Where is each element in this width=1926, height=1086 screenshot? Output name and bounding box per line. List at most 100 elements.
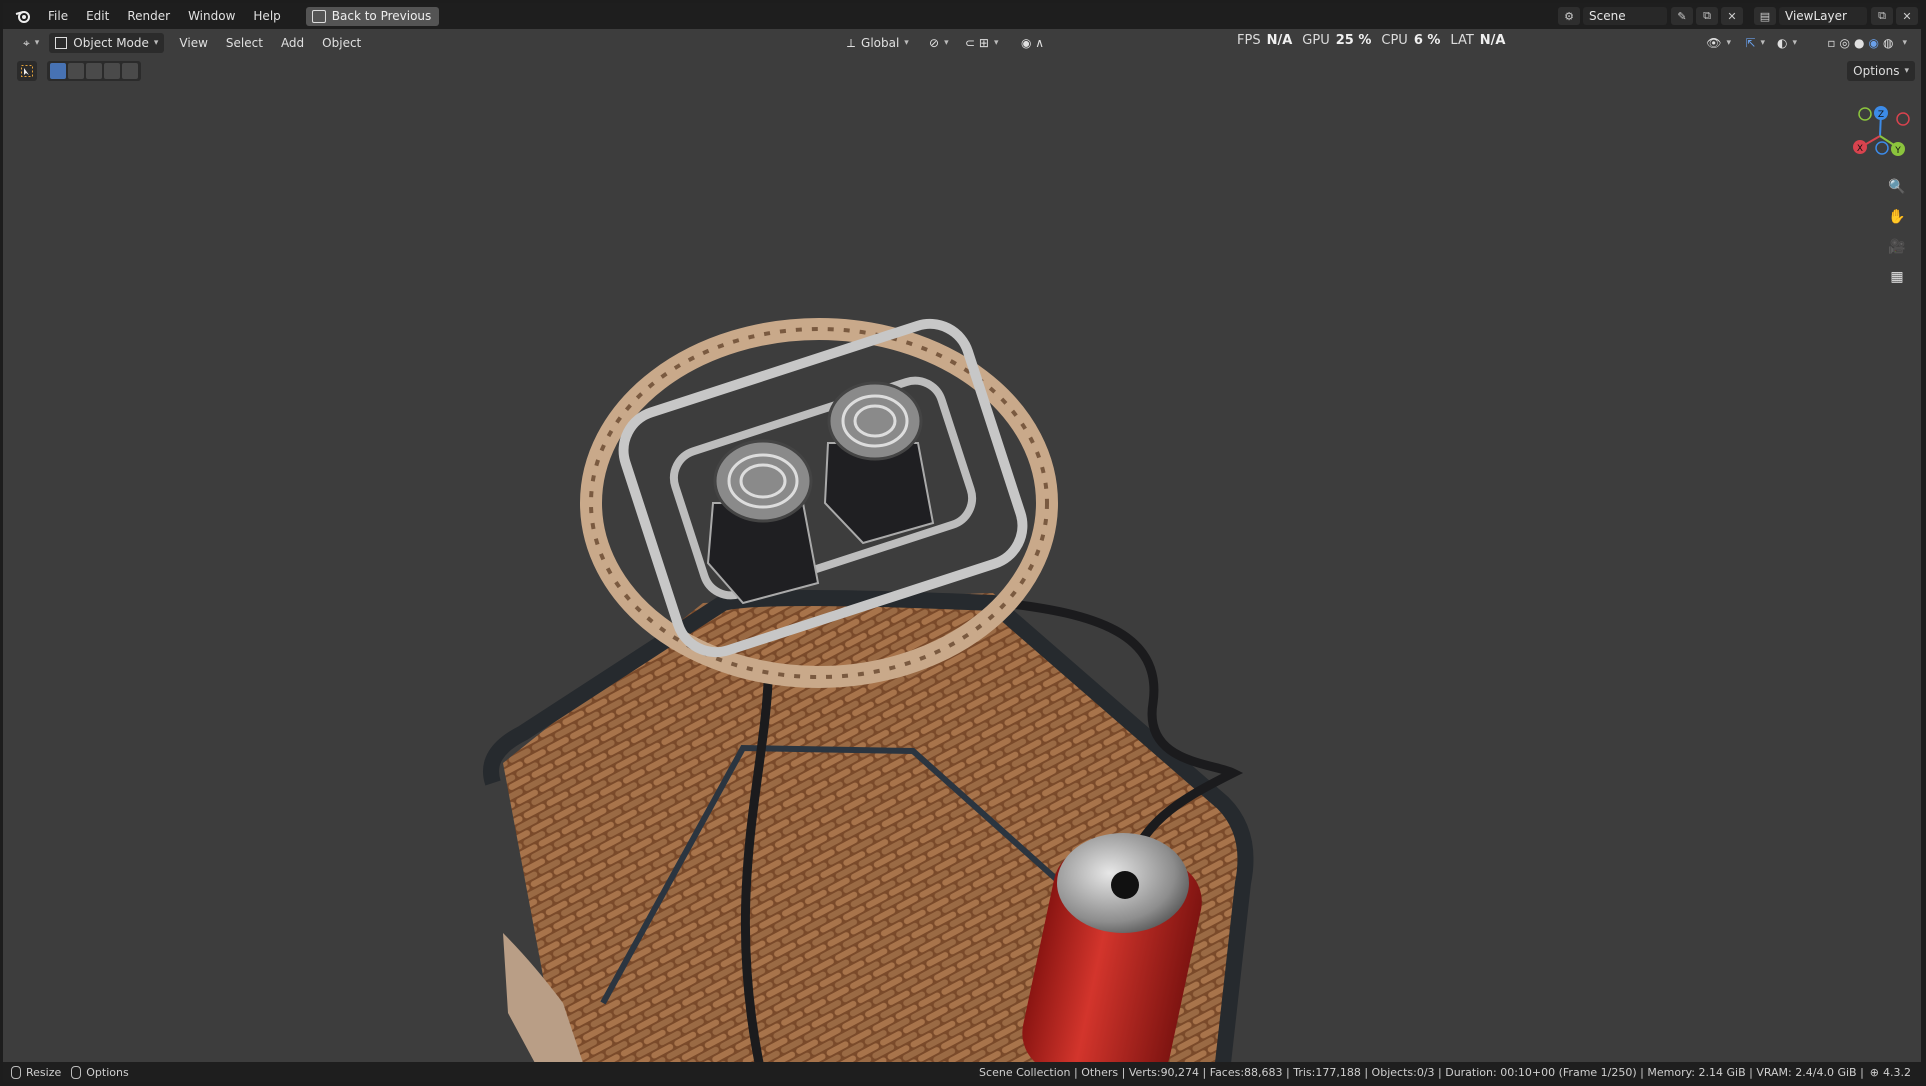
transform-orientation-dropdown[interactable]: ⟂ Global ▾ [841, 33, 915, 53]
gpu-label: GPU [1302, 32, 1330, 48]
visibility-icon: 👁 [1706, 36, 1722, 50]
delete-viewlayer-icon[interactable]: ✕ [1896, 7, 1918, 25]
editor-type-button[interactable]: ⌖ ▾ [17, 33, 45, 53]
select-tool-icon[interactable] [17, 61, 37, 81]
viewlayer-field[interactable]: ViewLayer [1779, 7, 1867, 25]
gizmo-z-label: Z [1878, 110, 1884, 120]
menu-file[interactable]: File [39, 3, 77, 29]
scene-selector-icon[interactable]: ⚙ [1558, 7, 1580, 25]
snap-button[interactable]: ⊂ ⊞ ▾ [959, 33, 1004, 53]
back-to-previous-label: Back to Previous [331, 9, 432, 23]
globe-icon: ⊕ [1869, 1065, 1879, 1079]
pin-icon[interactable]: ✎ [1671, 7, 1693, 25]
options-hint-label: Options [86, 1065, 129, 1079]
options-hint: Options [71, 1065, 129, 1079]
status-bar: Resize Options Scene Collection | Others… [3, 1062, 1921, 1082]
mouse-right-icon [71, 1065, 82, 1079]
object-mode-icon [55, 37, 68, 49]
status-info: Scene Collection | Others | Verts:90,274… [979, 1062, 1911, 1082]
menu-window[interactable]: Window [179, 3, 244, 29]
top-right-controls: ⚙ Scene ✎ ⧉ ✕ ▤ ViewLayer ⧉ ✕ [1558, 3, 1921, 29]
select-new-icon[interactable] [50, 63, 66, 79]
snap-icon: ⊂ ⊞ [965, 36, 989, 50]
mouse-left-icon [11, 1065, 21, 1079]
gizmo-y-label: Y [1894, 146, 1901, 156]
cpu-label: CPU [1381, 32, 1408, 48]
scene-field[interactable]: Scene [1583, 7, 1667, 25]
viewport-header: ⌖ ▾ Object Mode ▾ View Select Add Object ⟂… [3, 30, 1921, 56]
select-intersect-icon[interactable] [122, 63, 138, 79]
pan-hand-icon[interactable]: ✋ [1885, 205, 1909, 229]
new-viewlayer-icon[interactable]: ⧉ [1871, 7, 1893, 25]
lat-value: N/A [1479, 32, 1506, 48]
scene-field-value: Scene [1589, 9, 1626, 23]
tool-settings-row [17, 61, 141, 81]
top-menu-bar: File Edit Render Window Help Back to Pre… [3, 3, 1921, 29]
select-subtract-icon[interactable] [86, 63, 102, 79]
back-to-previous-button[interactable]: Back to Previous [305, 6, 440, 26]
status-hints: Resize Options [3, 1065, 139, 1079]
orientation-icon: ⟂ [847, 35, 856, 50]
menu-edit[interactable]: Edit [77, 3, 118, 29]
zoom-icon[interactable]: 🔍 [1885, 175, 1909, 199]
gizmo-toggle-button[interactable]: ⇱ ▾ [1739, 33, 1771, 53]
select-extend-icon[interactable] [68, 63, 84, 79]
proportional-editing-button[interactable]: ◉ ∧ [1015, 33, 1050, 53]
wireframe-shading-icon[interactable]: ◎ [1840, 36, 1850, 50]
camera-view-icon[interactable]: 🎥 [1885, 235, 1909, 259]
viewport-menu-add[interactable]: Add [272, 30, 313, 56]
blender-logo-icon[interactable] [13, 6, 33, 26]
viewport-options-label: Options [1853, 64, 1900, 78]
gizmo-toggle-icon: ⇱ [1745, 36, 1756, 50]
stove-ring [580, 318, 1058, 688]
pivot-icon: ⊘ [929, 36, 940, 50]
gpu-value: 25 % [1335, 32, 1372, 48]
burner-left [706, 439, 820, 605]
resize-hint: Resize [11, 1065, 62, 1079]
fps-value: N/A [1266, 32, 1293, 48]
delete-scene-icon[interactable]: ✕ [1721, 7, 1743, 25]
overlays-icon: ◐ [1776, 36, 1788, 50]
back-icon [311, 9, 326, 23]
shading-buttons[interactable]: ▫ ◎ ● ◉ ◍ ▾ [1821, 33, 1913, 53]
rendered-shading-icon[interactable]: ◍ [1883, 36, 1893, 50]
blender-version: 4.3.2 [1883, 1065, 1911, 1079]
navigation-gizmo[interactable]: Z X Y [1845, 101, 1915, 171]
gizmo-neg-z-icon[interactable] [1875, 141, 1889, 155]
viewport-options-button[interactable]: Options ▾ [1847, 61, 1915, 81]
performance-stats: FPS N/A GPU 25 % CPU 6 % LAT N/A [1237, 30, 1516, 50]
burner-right [823, 381, 935, 545]
cpu-value: 6 % [1413, 32, 1441, 48]
visibility-button[interactable]: 👁 ▾ [1700, 33, 1737, 53]
gizmo-neg-x-icon[interactable] [1896, 112, 1910, 126]
scene-statistics: Scene Collection | Others | Verts:90,274… [979, 1065, 1864, 1079]
blender-window: File Edit Render Window Help Back to Pre… [3, 3, 1921, 1082]
viewport-3d-scene[interactable] [3, 3, 1921, 1082]
viewlayer-field-value: ViewLayer [1785, 9, 1847, 23]
material-shading-icon[interactable]: ◉ [1869, 36, 1879, 50]
pivot-point-button[interactable]: ⊘ ▾ [923, 33, 955, 53]
viewport-menu-view[interactable]: View [170, 30, 216, 56]
perspective-toggle-icon[interactable]: ▦ [1885, 265, 1909, 289]
proportional-icon: ◉ ∧ [1021, 36, 1045, 50]
select-invert-icon[interactable] [104, 63, 120, 79]
overlays-button[interactable]: ◐ ▾ [1771, 33, 1803, 53]
orientation-value: Global [861, 36, 900, 50]
gizmo-x-label: X [1857, 144, 1863, 154]
fps-label: FPS [1237, 32, 1261, 48]
viewport-menu-select[interactable]: Select [217, 30, 272, 56]
lat-label: LAT [1450, 32, 1474, 48]
menu-help[interactable]: Help [244, 3, 289, 29]
editor-type-icon: ⌖ [23, 35, 30, 50]
gizmo-neg-y-icon[interactable] [1858, 107, 1872, 121]
viewlayer-selector-icon[interactable]: ▤ [1754, 7, 1776, 25]
viewport-menu-object[interactable]: Object [313, 30, 370, 56]
resize-hint-label: Resize [26, 1065, 62, 1079]
menu-render[interactable]: Render [118, 3, 179, 29]
new-scene-icon[interactable]: ⧉ [1696, 7, 1718, 25]
xray-icon[interactable]: ▫ [1827, 36, 1835, 50]
selection-mode-group [47, 61, 141, 81]
mode-dropdown[interactable]: Object Mode ▾ [49, 33, 165, 53]
mode-dropdown-value: Object Mode [73, 36, 149, 50]
solid-shading-icon[interactable]: ● [1854, 36, 1864, 50]
